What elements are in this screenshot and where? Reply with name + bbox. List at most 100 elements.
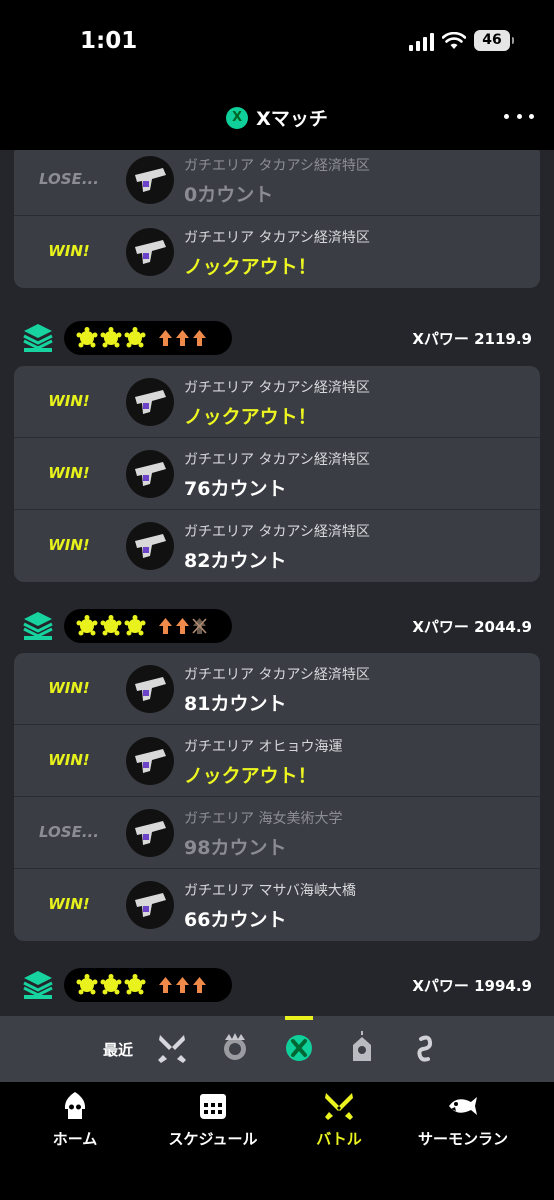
battle-set-card: WIN! ガチエリア タカアシ経済特区 81カウント WIN! ガチエリア オヒ…: [14, 653, 540, 941]
battle-row[interactable]: WIN! ガチエリア マサバ海峡大橋 66カウント: [14, 869, 540, 941]
regular-battle-icon[interactable]: [155, 1031, 189, 1065]
win-splat-icon: [100, 327, 122, 348]
weapon-icon: [126, 881, 174, 929]
battle-mode: ガチエリア タカアシ経済特区: [184, 667, 370, 683]
squid-up-icon: [193, 330, 206, 346]
x-power-value: Xパワー 1994.9: [412, 977, 532, 995]
battle-mode: ガチエリア マサバ海峡大橋: [184, 883, 356, 899]
x-power-value: Xパワー 2119.9: [412, 330, 532, 348]
battle-score: 82カウント: [184, 550, 287, 572]
battle-row[interactable]: WIN! ガチエリア タカアシ経済特区 ノックアウト！: [14, 366, 540, 438]
squid-up-icon: [176, 977, 189, 993]
battle-result: WIN!: [48, 751, 90, 769]
tab-label: バトル: [316, 1130, 362, 1148]
battle-score: ノックアウト！: [184, 256, 317, 278]
status-bar: 1:01 46: [0, 0, 554, 90]
battle-row[interactable]: LOSE... ガチエリア タカアシ経済特区 0カウント: [14, 150, 540, 216]
tab-label: ホーム: [52, 1130, 98, 1148]
battle-mode: ガチエリア タカアシ経済特区: [184, 158, 370, 174]
more-dot: [504, 113, 509, 119]
battle-row[interactable]: WIN! ガチエリア オヒョウ海運 ノックアウト！: [14, 725, 540, 797]
status-icons: 46: [409, 30, 514, 51]
weapon-icon: [126, 156, 174, 204]
squid-up-icon: [159, 977, 172, 993]
win-splat-icon: [124, 615, 146, 636]
weapon-icon: [126, 378, 174, 426]
tab-home[interactable]: ホーム: [6, 1090, 144, 1149]
event-battle-icon[interactable]: [345, 1031, 379, 1065]
x-power-value: Xパワー 2044.9: [412, 618, 532, 636]
status-time: 1:01: [80, 28, 138, 54]
weapon-icon: [126, 809, 174, 857]
cellular-signal-icon: [409, 31, 434, 51]
tab-label: スケジュール: [168, 1130, 258, 1148]
squid-up-icon: [176, 330, 189, 346]
tab-battle[interactable]: バトル: [270, 1090, 408, 1149]
squid-lost-icon: [192, 618, 207, 634]
battle-set-card: WIN! ガチエリア タカアシ経済特区 ノックアウト！ WIN! ガチエリア タ…: [14, 366, 540, 582]
battle-result: LOSE...: [39, 170, 99, 188]
win-splat-icon: [124, 327, 146, 348]
filter-recent-label[interactable]: 最近: [103, 1039, 133, 1060]
battle-score: 98カウント: [184, 837, 287, 859]
battle-mode: ガチエリア 海女美術大学: [184, 811, 343, 827]
battle-list[interactable]: LOSE... ガチエリア タカアシ経済特区 0カウント WIN! ガチエリア …: [0, 150, 554, 1016]
battle-result: WIN!: [48, 536, 90, 554]
battle-row[interactable]: WIN! ガチエリア タカアシ経済特区 81カウント: [14, 653, 540, 725]
x-rank-stack-icon: [23, 324, 53, 352]
battery-indicator: 46: [474, 30, 514, 51]
battle-mode: ガチエリア オヒョウ海運: [184, 739, 343, 755]
battle-score: ノックアウト！: [184, 765, 317, 787]
nav-header: X Xマッチ: [0, 90, 554, 150]
squid-up-icon: [176, 618, 189, 634]
x-match-icon: X: [226, 106, 249, 129]
weapon-icon: [126, 737, 174, 785]
salmon-icon: [449, 1097, 477, 1115]
calendar-icon: [200, 1094, 226, 1119]
battle-result: LOSE...: [39, 823, 99, 841]
tab-label: サーモンラン: [417, 1130, 508, 1148]
battle-mode: ガチエリア タカアシ経済特区: [184, 230, 370, 246]
page-title-text: Xマッチ: [256, 108, 328, 130]
squid-up-icon: [159, 330, 172, 346]
x-rank-stack-icon: [23, 971, 53, 999]
x-battle-icon[interactable]: [282, 1031, 316, 1065]
x-rank-stack-icon: [23, 612, 53, 640]
win-splat-icon: [100, 615, 122, 636]
battle-score: 81カウント: [184, 693, 287, 715]
battle-result: WIN!: [48, 679, 90, 697]
battle-result: WIN!: [48, 895, 90, 913]
weapon-icon: [126, 450, 174, 498]
wifi-icon: [442, 31, 466, 49]
bottom-tab-bar: ホーム スケジュール バトル サーモンラン: [0, 1082, 554, 1200]
battle-set-header: Xパワー 2119.9: [0, 318, 554, 358]
battle-row[interactable]: LOSE... ガチエリア 海女美術大学 98カウント: [14, 797, 540, 869]
squid-up-icon: [193, 977, 206, 993]
win-splat-icon: [76, 974, 98, 995]
win-splat-icon: [124, 974, 146, 995]
battle-row[interactable]: WIN! ガチエリア タカアシ経済特区 82カウント: [14, 510, 540, 582]
battle-row[interactable]: WIN! ガチエリア タカアシ経済特区 ノックアウト！: [14, 216, 540, 288]
battle-mode: ガチエリア タカアシ経済特区: [184, 524, 370, 540]
tab-salmon-run[interactable]: サーモンラン: [394, 1090, 532, 1149]
tab-schedule[interactable]: スケジュール: [144, 1090, 282, 1149]
win-loss-pill: [64, 609, 232, 643]
filter-selected-indicator: [285, 1016, 313, 1020]
battle-score: 66カウント: [184, 909, 287, 931]
weapon-icon: [126, 228, 174, 276]
private-battle-icon[interactable]: [408, 1031, 442, 1065]
more-options-button[interactable]: [504, 104, 534, 128]
win-loss-pill: [64, 321, 232, 355]
battle-result: WIN!: [48, 392, 90, 410]
battle-score: 76カウント: [184, 478, 287, 500]
battle-mode: ガチエリア タカアシ経済特区: [184, 380, 370, 396]
win-splat-icon: [76, 615, 98, 636]
battle-score: ノックアウト！: [184, 406, 317, 428]
weapon-icon: [126, 665, 174, 713]
rank-arrows: [158, 617, 207, 635]
battle-row[interactable]: WIN! ガチエリア タカアシ経済特区 76カウント: [14, 438, 540, 510]
bankara-battle-icon[interactable]: [218, 1031, 252, 1065]
rank-arrows: [158, 329, 207, 347]
rank-arrows: [158, 976, 207, 994]
battle-icon: [325, 1093, 353, 1120]
